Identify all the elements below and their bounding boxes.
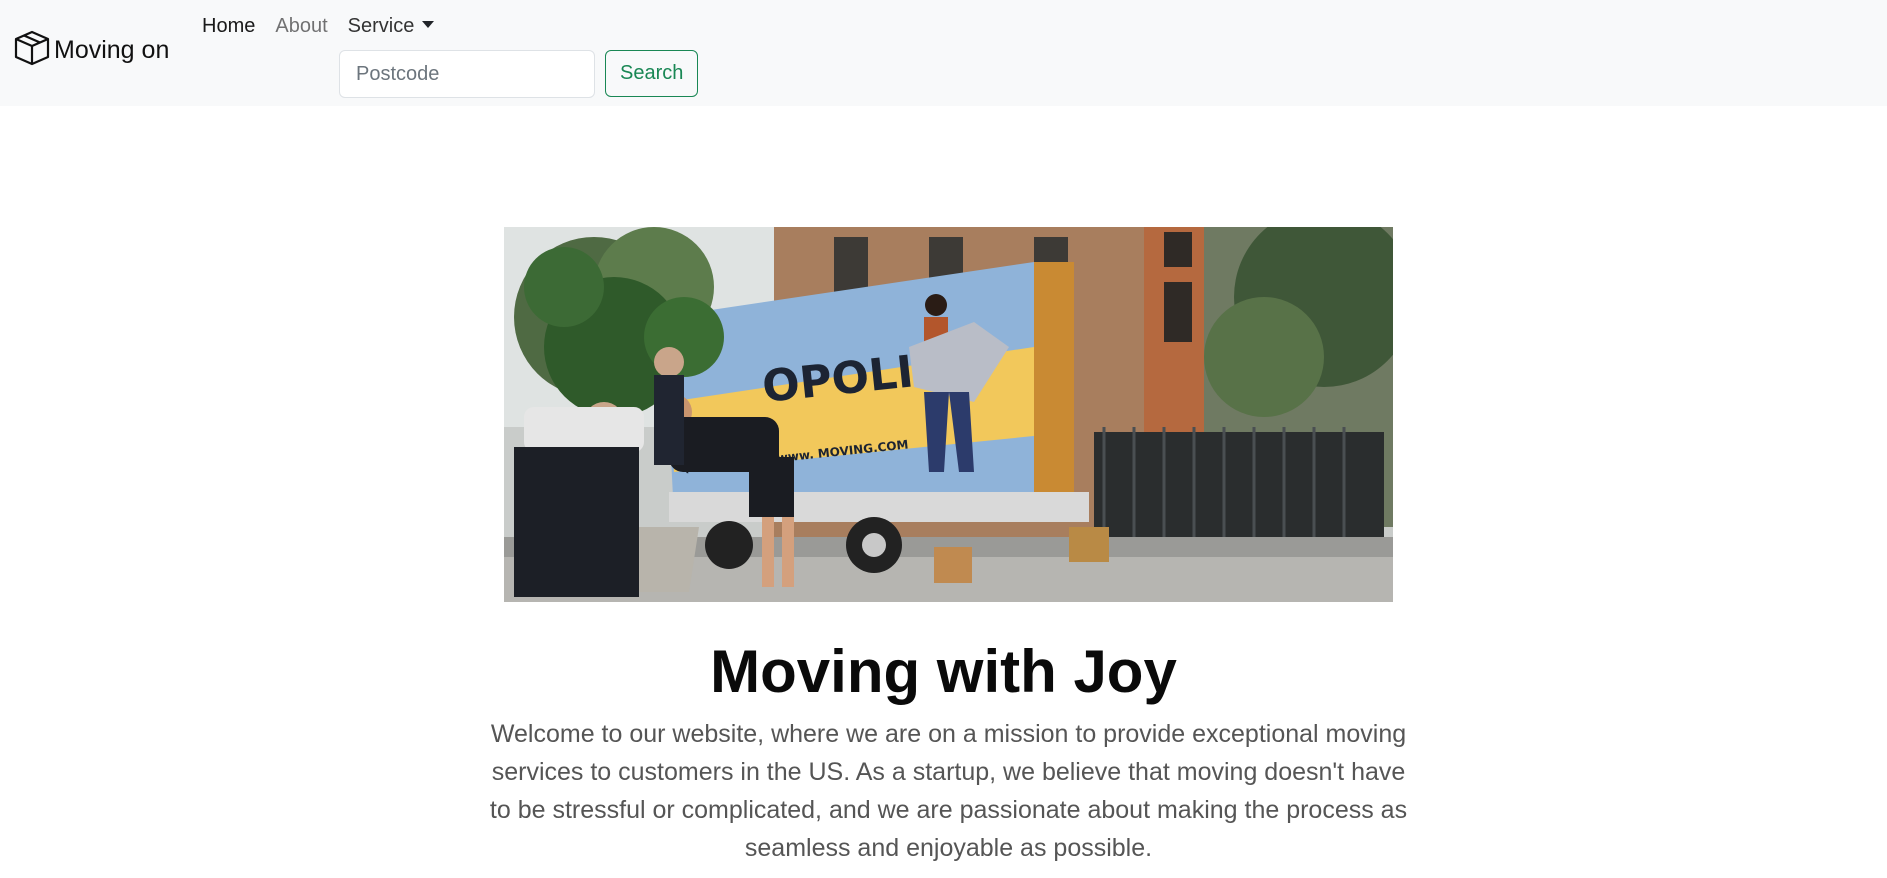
box-icon	[12, 28, 52, 73]
postcode-input[interactable]	[339, 50, 595, 98]
search-button[interactable]: Search	[605, 50, 699, 97]
brand-name: Moving on	[54, 35, 170, 64]
nav-service-label: Service	[347, 15, 415, 37]
hero-image: OPOLIS (718) 7 520 • www. MOVING.COM	[504, 227, 1393, 602]
nav-about-link[interactable]: About	[265, 14, 337, 38]
hero-title: Moving with Joy	[710, 638, 1177, 705]
caret-down-icon	[422, 21, 435, 28]
nav-home-link[interactable]: Home	[202, 14, 265, 38]
postcode-search-form: Search	[339, 50, 699, 98]
nav-service-dropdown[interactable]: Service	[338, 14, 445, 38]
nav-links: Home About Service	[202, 14, 444, 38]
hero-lead-paragraph: Welcome to our website, where we are on …	[489, 720, 1408, 862]
top-navbar: Moving on Home About Service Search	[0, 0, 1887, 106]
brand-link[interactable]: Moving on	[12, 30, 169, 70]
